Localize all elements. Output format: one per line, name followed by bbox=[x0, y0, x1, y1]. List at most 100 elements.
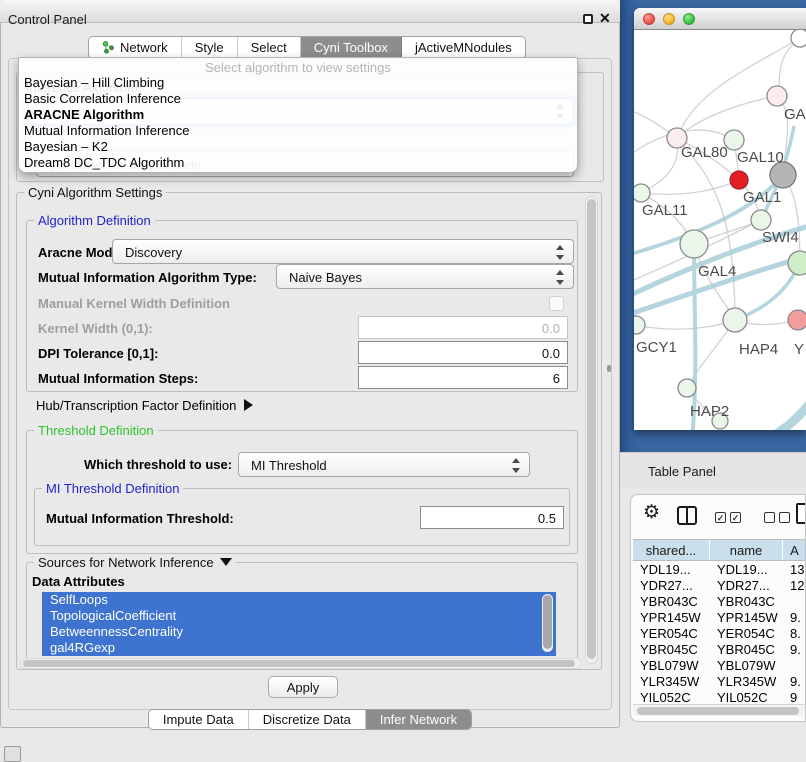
cell: YPR145W bbox=[710, 610, 783, 626]
control-panel-titlebar bbox=[0, 0, 620, 23]
tab-infer-network[interactable]: Infer Network bbox=[366, 710, 471, 729]
algorithm-dropdown-prompt: Select algorithm to view settings bbox=[19, 60, 577, 75]
tab-jactivemnodules[interactable]: jActiveMNodules bbox=[402, 37, 525, 58]
node-gcy1[interactable] bbox=[634, 316, 645, 334]
node-hap2[interactable] bbox=[678, 379, 696, 397]
close-icon[interactable]: ✕ bbox=[599, 10, 611, 27]
checkbox-unchecked-icon[interactable] bbox=[779, 512, 790, 523]
collapse-down-icon[interactable] bbox=[220, 558, 232, 566]
settings-horizontal-scrollbar[interactable] bbox=[20, 658, 582, 669]
algorithm-option[interactable]: Mutual Information Inference bbox=[19, 123, 577, 139]
minimize-traffic-light[interactable] bbox=[663, 13, 675, 25]
network-canvas[interactable]: GAL GAL80 GAL10 GAL1 GAL11 SWI4 GAL4 GCY… bbox=[634, 30, 806, 430]
node-hap4[interactable] bbox=[723, 308, 747, 332]
float-window-icon[interactable] bbox=[583, 14, 593, 24]
network-window-titlebar[interactable] bbox=[634, 8, 806, 30]
table-row[interactable]: YBR045CYBR045C9. bbox=[633, 642, 806, 658]
which-threshold-value: MI Threshold bbox=[251, 458, 327, 473]
column-header-partial[interactable]: A bbox=[783, 540, 806, 560]
data-attributes-list[interactable]: SelfLoops TopologicalCoefficient Between… bbox=[42, 592, 556, 656]
table-row[interactable]: YPR145WYPR145W9. bbox=[633, 610, 806, 626]
combo-stepper-icon bbox=[555, 270, 564, 285]
table-panel-title: Table Panel bbox=[648, 464, 716, 479]
cell: 8. bbox=[783, 626, 806, 642]
columns-icon[interactable] bbox=[677, 506, 697, 525]
node-gal4[interactable] bbox=[680, 230, 708, 258]
node-bright-green[interactable] bbox=[788, 251, 806, 275]
node-salmon[interactable] bbox=[788, 310, 806, 330]
table-horizontal-scrollbar[interactable] bbox=[633, 704, 806, 716]
attribute-item-selected[interactable]: SelfLoops bbox=[42, 592, 556, 608]
mi-type-combobox[interactable]: Naive Bayes bbox=[276, 264, 574, 289]
tab-network[interactable]: Network bbox=[89, 37, 182, 58]
close-traffic-light[interactable] bbox=[643, 13, 655, 25]
which-threshold-combobox[interactable]: MI Threshold bbox=[238, 452, 530, 477]
attributes-scrollbar[interactable] bbox=[542, 594, 553, 652]
cell bbox=[783, 658, 806, 674]
mi-threshold-field[interactable]: 0.5 bbox=[420, 506, 564, 529]
manual-kernel-checkbox[interactable] bbox=[549, 296, 564, 311]
checkbox-unchecked-icon[interactable] bbox=[764, 512, 775, 523]
checkbox-checked-icon[interactable]: ✓ bbox=[715, 512, 726, 523]
tab-style[interactable]: Style bbox=[182, 37, 238, 58]
table-row[interactable]: YER054CYER054C8. bbox=[633, 626, 806, 642]
tab-style-label: Style bbox=[195, 40, 224, 55]
attribute-item-selected[interactable]: gal4RGexp bbox=[42, 640, 556, 656]
algorithm-option[interactable]: Dream8 DC_TDC Algorithm bbox=[19, 155, 577, 171]
node-unlabeled[interactable] bbox=[791, 30, 806, 47]
scrollbar-thumb[interactable] bbox=[587, 199, 596, 659]
scrollbar-thumb[interactable] bbox=[543, 595, 552, 649]
scrollbar-thumb[interactable] bbox=[23, 660, 575, 667]
combo-stepper-icon bbox=[555, 245, 564, 260]
cell: YDL19... bbox=[710, 562, 783, 578]
node-gal1-red[interactable] bbox=[730, 171, 748, 189]
expand-right-icon[interactable] bbox=[244, 399, 253, 411]
panel-splitter-handle[interactable] bbox=[607, 365, 611, 372]
gear-icon[interactable]: ⚙ bbox=[643, 501, 660, 524]
node-swi4[interactable] bbox=[751, 210, 771, 230]
tab-discretize-data[interactable]: Discretize Data bbox=[249, 710, 366, 729]
document-icon[interactable] bbox=[796, 503, 806, 524]
algorithm-option-selected[interactable]: ARACNE Algorithm bbox=[19, 107, 577, 123]
network-icon bbox=[102, 41, 115, 54]
cell: YLR345W bbox=[710, 674, 783, 690]
dpi-tolerance-field[interactable]: 0.0 bbox=[358, 341, 568, 364]
which-threshold-label: Which threshold to use: bbox=[84, 457, 232, 472]
scrollbar-thumb[interactable] bbox=[637, 707, 799, 715]
tab-select[interactable]: Select bbox=[238, 37, 301, 58]
tab-network-label: Network bbox=[120, 40, 168, 55]
bottom-corner-button[interactable] bbox=[4, 746, 21, 762]
attribute-item-selected[interactable]: TopologicalCoefficient bbox=[42, 608, 556, 624]
algorithm-option[interactable]: Basic Correlation Inference bbox=[19, 91, 577, 107]
algorithm-option[interactable]: Bayesian – Hill Climbing bbox=[19, 75, 577, 91]
algorithm-option[interactable]: Bayesian – K2 bbox=[19, 139, 577, 155]
table-row[interactable]: YLR345WYLR345W9. bbox=[633, 674, 806, 690]
mi-steps-field[interactable]: 6 bbox=[358, 366, 568, 389]
tab-cyni-toolbox[interactable]: Cyni Toolbox bbox=[301, 37, 402, 58]
tab-impute-data[interactable]: Impute Data bbox=[149, 710, 249, 729]
manual-kernel-label: Manual Kernel Width Definition bbox=[38, 296, 230, 311]
aracne-mode-combobox[interactable]: Discovery bbox=[112, 239, 574, 264]
table-row[interactable]: YDR27...YDR27...12 bbox=[633, 578, 806, 594]
node-gal2[interactable] bbox=[767, 86, 787, 106]
attribute-item-selected[interactable]: BetweennessCentrality bbox=[42, 624, 556, 640]
node-label: GAL bbox=[784, 106, 806, 123]
table-row[interactable]: YBR043CYBR043C bbox=[633, 594, 806, 610]
hub-definition-toggle[interactable]: Hub/Transcription Factor Definition bbox=[36, 398, 253, 413]
column-header-shared-name[interactable]: shared... bbox=[633, 540, 710, 560]
table-row[interactable]: YBL079WYBL079W bbox=[633, 658, 806, 674]
table-row[interactable]: YIL052CYIL052C9 bbox=[633, 690, 806, 703]
node-gal11[interactable] bbox=[634, 184, 650, 202]
cell: 9. bbox=[783, 674, 806, 690]
kernel-width-field[interactable]: 0.0 bbox=[358, 316, 568, 339]
zoom-traffic-light[interactable] bbox=[683, 13, 695, 25]
cell: YBL079W bbox=[710, 658, 783, 674]
column-header-name[interactable]: name bbox=[710, 540, 783, 560]
table-row[interactable]: YDL19...YDL19...13 bbox=[633, 562, 806, 578]
sources-group-title[interactable]: Sources for Network Inference bbox=[34, 555, 236, 570]
apply-button[interactable]: Apply bbox=[268, 676, 338, 698]
settings-vertical-scrollbar[interactable] bbox=[585, 196, 598, 664]
cell: YIL052C bbox=[710, 690, 783, 703]
cell: YIL052C bbox=[633, 690, 710, 703]
checkbox-checked-icon[interactable]: ✓ bbox=[730, 512, 741, 523]
